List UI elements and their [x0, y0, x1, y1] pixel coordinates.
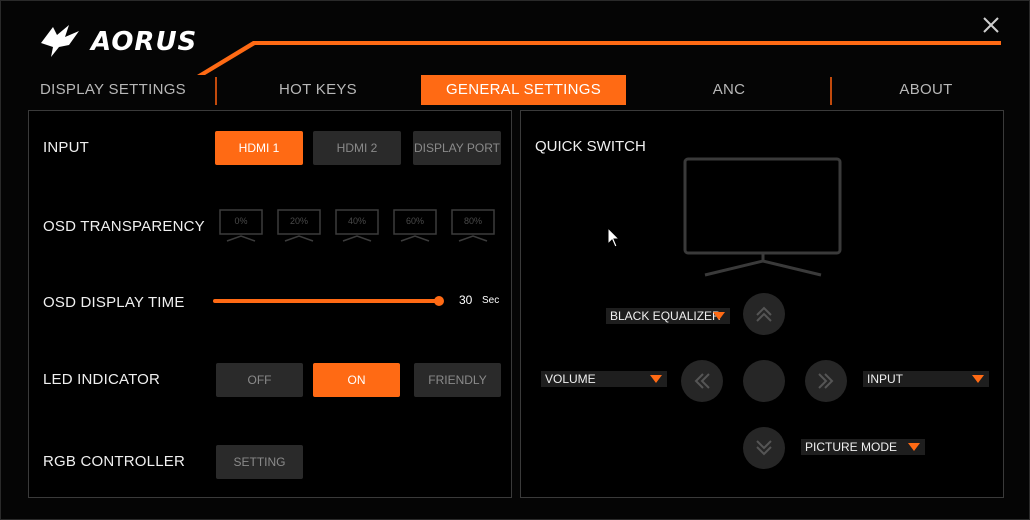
- monitor-outline-icon: [393, 209, 437, 242]
- osd-display-time-label: OSD DISPLAY TIME: [43, 294, 185, 311]
- led-on-button[interactable]: ON: [313, 363, 400, 397]
- transparency-label: 60%: [405, 216, 424, 226]
- quick-switch-down-button[interactable]: [743, 427, 785, 469]
- monitor-outline-icon: [335, 209, 379, 242]
- tab-separator: [215, 77, 217, 105]
- double-chevron-right-icon: [818, 373, 834, 389]
- dropdown-arrow-icon: [713, 312, 725, 320]
- quick-switch-right-dropdown[interactable]: INPUT: [863, 371, 989, 387]
- monitor-outline-icon: [219, 209, 263, 242]
- led-indicator-label: LED INDICATOR: [43, 371, 161, 388]
- osd-time-value: 30: [459, 293, 473, 307]
- transparency-20-button[interactable]: 20%: [277, 209, 321, 245]
- dropdown-arrow-icon: [650, 375, 662, 383]
- general-settings-panel: INPUT HDMI 1 HDMI 2 DISPLAY PORT OSD TRA…: [28, 110, 512, 498]
- monitor-icon: [683, 157, 842, 277]
- double-chevron-up-icon: [756, 306, 772, 322]
- transparency-label: 40%: [347, 216, 366, 226]
- monitor-outline-icon: [277, 209, 321, 242]
- osd-transparency-label: OSD TRANSPARENCY: [43, 218, 205, 235]
- eagle-icon: [41, 25, 79, 57]
- dropdown-value: VOLUME: [545, 372, 596, 386]
- quick-switch-left-button[interactable]: [681, 360, 723, 402]
- quick-switch-left-dropdown[interactable]: VOLUME: [541, 371, 667, 387]
- dropdown-arrow-icon: [908, 443, 920, 451]
- transparency-80-button[interactable]: 80%: [451, 209, 495, 245]
- double-chevron-left-icon: [694, 373, 710, 389]
- dropdown-value: BLACK EQUALIZER: [610, 309, 721, 323]
- app-window: AORUS DISPLAY SETTINGS HOT KEYS GENERAL …: [0, 0, 1030, 520]
- transparency-40-button[interactable]: 40%: [335, 209, 379, 245]
- osd-time-slider-track[interactable]: [213, 299, 439, 303]
- tab-display-settings[interactable]: DISPLAY SETTINGS: [23, 75, 203, 105]
- rgb-setting-button[interactable]: SETTING: [216, 445, 303, 479]
- close-button[interactable]: [979, 13, 1003, 37]
- transparency-label: 80%: [463, 216, 482, 226]
- osd-time-slider-thumb[interactable]: [434, 296, 444, 306]
- aorus-logo: AORUS: [39, 23, 196, 59]
- monitor-outline-icon: [451, 209, 495, 242]
- tab-separator: [830, 77, 832, 105]
- tab-anc[interactable]: ANC: [637, 75, 821, 105]
- transparency-label: 20%: [289, 216, 308, 226]
- double-chevron-down-icon: [756, 440, 772, 456]
- dropdown-arrow-icon: [972, 375, 984, 383]
- led-friendly-button[interactable]: FRIENDLY: [414, 363, 501, 397]
- transparency-label: 0%: [234, 216, 248, 226]
- quick-switch-title: QUICK SWITCH: [535, 138, 646, 155]
- displayport-button[interactable]: DISPLAY PORT: [413, 131, 501, 165]
- osd-time-unit: Sec: [482, 295, 500, 306]
- quick-switch-panel: QUICK SWITCH BLACK EQUALIZER VOLUME INPU…: [520, 110, 1004, 498]
- quick-switch-down-dropdown[interactable]: PICTURE MODE: [801, 439, 925, 455]
- transparency-0-button[interactable]: 0%: [219, 209, 263, 245]
- hdmi2-button[interactable]: HDMI 2: [313, 131, 401, 165]
- tab-about[interactable]: ABOUT: [841, 75, 1011, 105]
- tab-hot-keys[interactable]: HOT KEYS: [227, 75, 409, 105]
- transparency-60-button[interactable]: 60%: [393, 209, 437, 245]
- input-label: INPUT: [43, 139, 89, 156]
- logo-text: AORUS: [91, 27, 198, 57]
- hdmi1-button[interactable]: HDMI 1: [215, 131, 303, 165]
- close-icon: [983, 17, 999, 33]
- dropdown-value: PICTURE MODE: [805, 440, 898, 454]
- tab-general-settings[interactable]: GENERAL SETTINGS: [421, 75, 626, 105]
- quick-switch-up-dropdown[interactable]: BLACK EQUALIZER: [606, 308, 730, 324]
- quick-switch-up-button[interactable]: [743, 293, 785, 335]
- led-off-button[interactable]: OFF: [216, 363, 303, 397]
- quick-switch-center-button[interactable]: [743, 360, 785, 402]
- rgb-controller-label: RGB CONTROLLER: [43, 453, 185, 470]
- dropdown-value: INPUT: [867, 372, 903, 386]
- quick-switch-right-button[interactable]: [805, 360, 847, 402]
